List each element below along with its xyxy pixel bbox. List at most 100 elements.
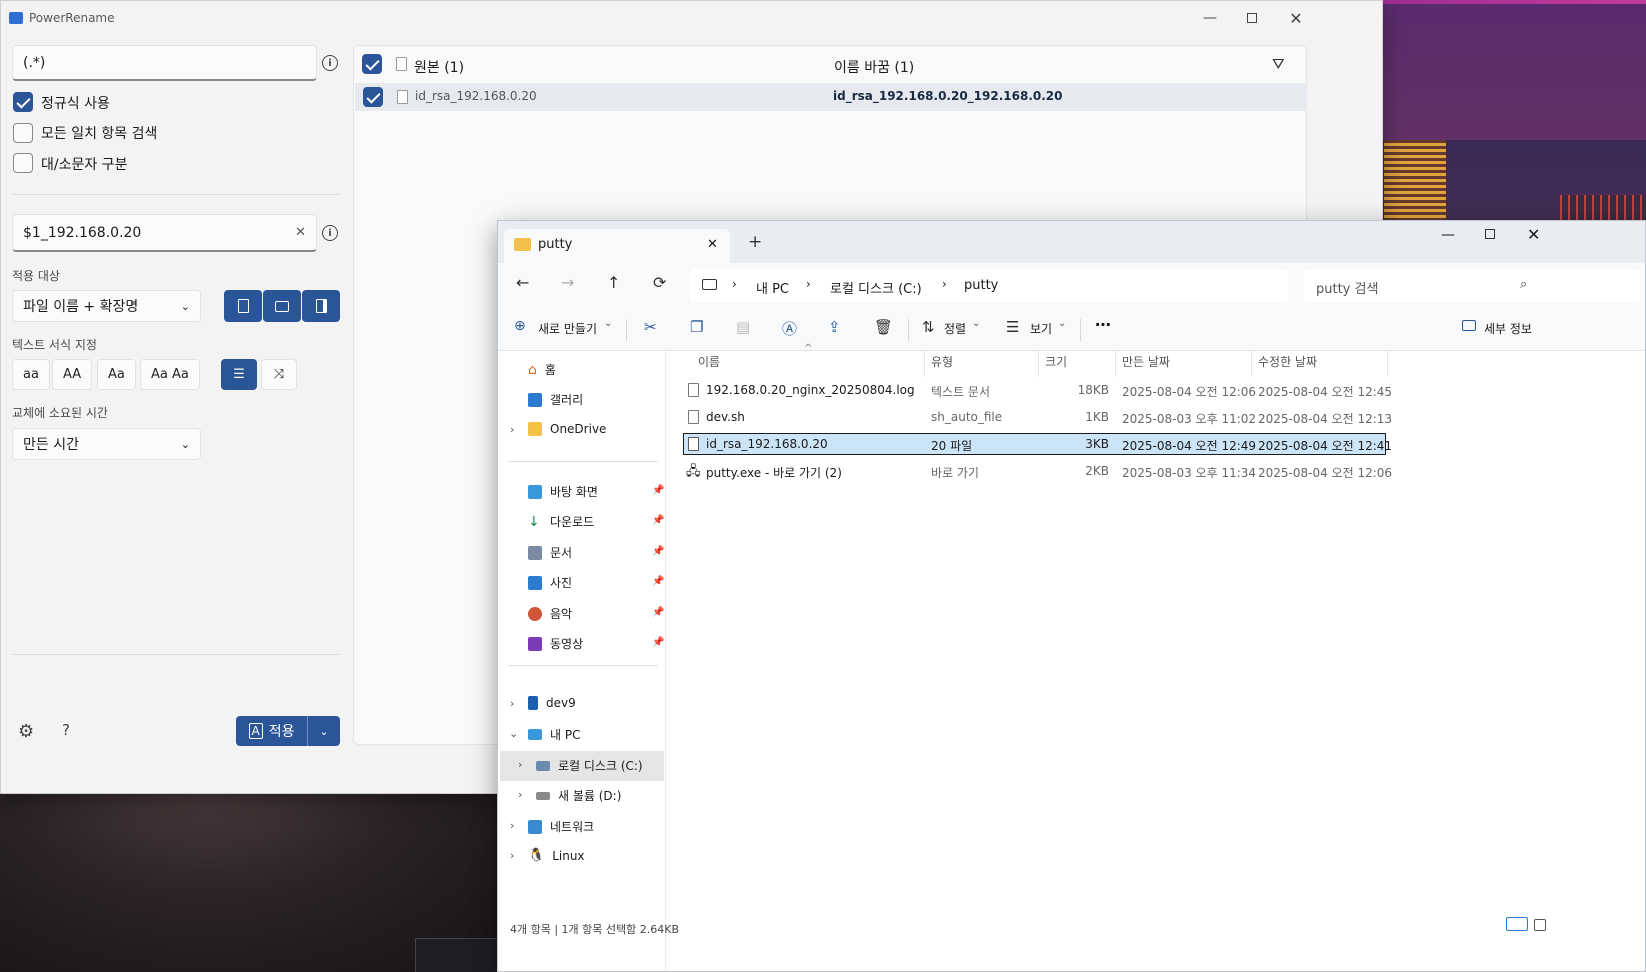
new-tab-button[interactable]: +	[748, 232, 762, 252]
delete-icon[interactable]: 🗑	[874, 318, 893, 336]
file-type: 바로 가기	[931, 466, 979, 480]
sort-indicator-icon: ^	[804, 343, 813, 354]
more-options-icon[interactable]: ⋯	[1095, 315, 1111, 334]
apply-main[interactable]: A 적용	[236, 716, 308, 746]
titlecase-button[interactable]: Aa	[97, 359, 136, 390]
include-subfolders-button[interactable]	[302, 290, 340, 322]
enumerate-button[interactable]: ☰	[221, 359, 257, 390]
search-input[interactable]: (.*)	[12, 45, 317, 81]
details-view-toggle[interactable]	[1506, 917, 1528, 931]
chevron-right-icon[interactable]: ›	[510, 849, 514, 862]
column-created[interactable]: 만든 날짜	[1122, 353, 1170, 370]
close-tab-icon[interactable]: ✕	[707, 237, 718, 252]
column-name[interactable]: 이름	[698, 353, 720, 370]
text-file-icon	[688, 383, 699, 397]
column-type[interactable]: 유형	[931, 353, 953, 370]
file-created: 2025-08-04 오전 12:49	[1122, 439, 1257, 453]
tree-item-documents[interactable]: 문서	[528, 544, 572, 561]
copy-icon[interactable]: ❐	[690, 318, 703, 336]
address-bar[interactable]: › 내 PC › 로컬 디스크 (C:) › putty	[690, 269, 1288, 303]
tiles-view-toggle[interactable]	[1534, 919, 1546, 931]
lowercase-button[interactable]: aa	[12, 359, 50, 390]
view-button[interactable]: 보기	[1030, 320, 1052, 337]
filter-icon[interactable]: ⛛	[1272, 55, 1285, 73]
tree-item-music[interactable]: 음악	[528, 605, 572, 622]
minimize-button[interactable]: —	[1187, 1, 1233, 35]
uppercase-button[interactable]: AA	[52, 359, 93, 390]
tree-item-network[interactable]: 네트워크	[528, 818, 594, 835]
chevron-right-icon[interactable]: ›	[510, 423, 514, 436]
pin-icon: 📌	[652, 607, 665, 618]
tree-item-home[interactable]: ⌂ 홈	[528, 361, 556, 378]
file-modified: 2025-08-04 오전 12:45	[1258, 385, 1393, 399]
apply-dropdown-button[interactable]: ⌄	[308, 716, 340, 746]
divider	[12, 194, 341, 195]
case-sensitive-checkbox[interactable]	[13, 153, 33, 173]
apply-to-dropdown[interactable]: 파일 이름 + 확장명 ⌄	[12, 290, 201, 322]
clear-icon[interactable]: ✕	[295, 225, 306, 240]
tree-item-mypc[interactable]: 내 PC	[528, 726, 580, 743]
tree-item-linux[interactable]: 🐧 Linux	[528, 848, 585, 863]
breadcrumb-drive-c[interactable]: 로컬 디스크 (C:)	[830, 278, 922, 297]
maximize-button[interactable]	[1485, 229, 1495, 239]
file-created: 2025-08-04 오전 12:06	[1122, 385, 1257, 399]
tree-item-gallery[interactable]: 갤러리	[528, 391, 583, 408]
chevron-right-icon[interactable]: ›	[518, 758, 522, 771]
replace-input[interactable]: $1_192.168.0.20 ✕	[12, 214, 317, 252]
match-all-checkbox[interactable]	[13, 123, 33, 143]
select-all-checkbox[interactable]	[362, 54, 382, 74]
close-button[interactable]: ✕	[1273, 1, 1319, 35]
row-checkbox[interactable]	[363, 87, 383, 107]
apply-button[interactable]: A 적용 ⌄	[236, 716, 340, 746]
tree-item-desktop[interactable]: 바탕 화면	[528, 483, 598, 500]
regex-checkbox[interactable]	[13, 92, 33, 112]
divider	[508, 665, 658, 666]
tab-putty[interactable]: putty ✕	[504, 229, 730, 263]
list-row[interactable]: id_rsa_192.168.0.20 id_rsa_192.168.0.20_…	[355, 83, 1307, 111]
chevron-right-icon[interactable]: ›	[510, 819, 514, 832]
tree-label: dev9	[546, 696, 576, 710]
close-button[interactable]: ✕	[1527, 225, 1540, 244]
refresh-icon[interactable]: ⟳	[653, 273, 666, 292]
tree-item-drive-d[interactable]: 새 볼륨 (D:)	[536, 787, 621, 804]
include-folders-button[interactable]	[263, 290, 301, 322]
tree-item-onedrive[interactable]: OneDrive	[528, 422, 606, 436]
chevron-right-icon[interactable]: ›	[510, 697, 514, 710]
share-icon[interactable]: ⇪	[828, 318, 841, 336]
chevron-down-icon[interactable]: ⌄	[509, 727, 518, 740]
maximize-button[interactable]	[1229, 1, 1275, 35]
tree-item-drive-c[interactable]: 로컬 디스크 (C:)	[536, 757, 643, 774]
tree-item-pictures[interactable]: 사진	[528, 574, 572, 591]
minimize-button[interactable]: —	[1441, 227, 1455, 243]
paste-icon[interactable]: ▤	[736, 318, 750, 336]
settings-gear-icon[interactable]: ⚙	[18, 721, 34, 742]
help-button[interactable]: ?	[62, 721, 70, 739]
folder-icon	[514, 238, 531, 251]
column-modified[interactable]: 수정한 날짜	[1258, 353, 1317, 370]
column-size[interactable]: 크기	[1045, 353, 1067, 370]
random-button[interactable]: ⤨	[261, 359, 297, 390]
drive-icon	[536, 791, 550, 800]
time-dropdown[interactable]: 만든 시간 ⌄	[12, 428, 201, 460]
capitalize-words-button[interactable]: Aa Aa	[140, 359, 200, 390]
info-icon[interactable]: i	[322, 225, 338, 241]
new-button[interactable]: 새로 만들기	[538, 320, 597, 337]
chevron-right-icon[interactable]: ›	[518, 788, 522, 801]
breadcrumb-mypc[interactable]: 내 PC	[756, 278, 789, 297]
divider	[908, 319, 909, 341]
tree-item-videos[interactable]: 동영상	[528, 635, 583, 652]
breadcrumb-putty[interactable]: putty	[964, 278, 998, 293]
details-button[interactable]: 세부 정보	[1484, 320, 1532, 337]
tree-label: 바탕 화면	[550, 485, 598, 499]
sort-button[interactable]: 정렬	[944, 320, 966, 337]
tree-item-dev9[interactable]: dev9	[528, 696, 576, 710]
forward-arrow-icon[interactable]: →	[561, 273, 574, 292]
rename-icon[interactable]: Ⓐ	[782, 318, 797, 339]
info-icon[interactable]: i	[322, 55, 338, 71]
tree-item-downloads[interactable]: ↓ 다운로드	[528, 513, 594, 530]
include-files-button[interactable]	[224, 290, 262, 322]
cut-icon[interactable]: ✂	[644, 318, 657, 336]
up-arrow-icon[interactable]: ↑	[607, 273, 620, 292]
back-arrow-icon[interactable]: ←	[516, 273, 529, 292]
search-box[interactable]: putty 검색 ⌕	[1304, 269, 1640, 303]
